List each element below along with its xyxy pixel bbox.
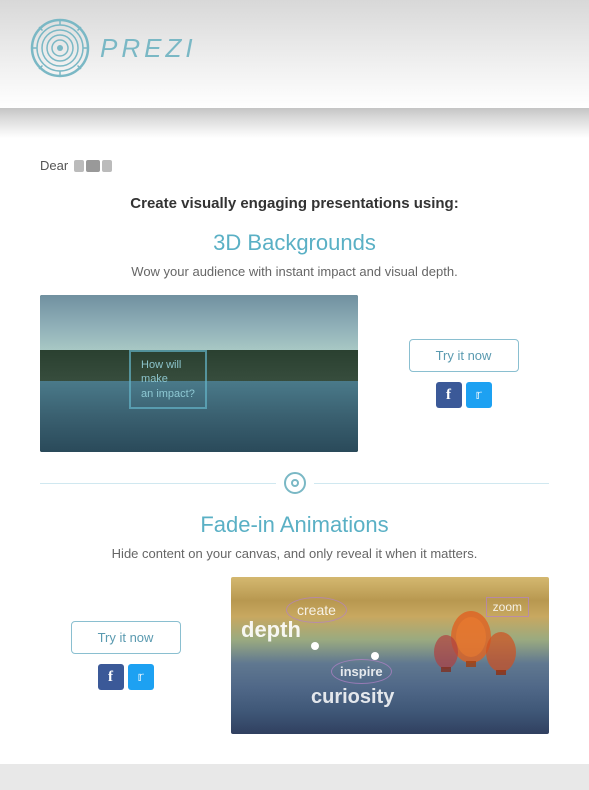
feature1-image: How will make an impact? bbox=[40, 295, 358, 452]
dot2 bbox=[371, 652, 379, 660]
feature2-image: create depth zoom inspire curiosity bbox=[231, 577, 549, 734]
greeting-line: Dear bbox=[40, 158, 549, 173]
balloon-inspire-word: inspire bbox=[331, 659, 392, 684]
prezi-logo-icon bbox=[30, 18, 90, 78]
lake-line2: make bbox=[141, 372, 195, 386]
feature2-row: Try it now f 𝕣 bbox=[40, 577, 549, 734]
facebook-icon[interactable]: f bbox=[436, 382, 462, 408]
feature2-try-button[interactable]: Try it now bbox=[71, 621, 181, 654]
feature2-title: Fade-in Animations bbox=[40, 512, 549, 538]
header: PREZI bbox=[0, 0, 589, 108]
email-container: PREZI Dear Create visually engaging pres… bbox=[0, 0, 589, 764]
feature2-actions: Try it now f 𝕣 bbox=[40, 621, 211, 690]
feature1-desc: Wow your audience with instant impact an… bbox=[40, 264, 549, 279]
lake-line3: an impact? bbox=[141, 387, 195, 401]
logo-wrapper: PREZI bbox=[30, 18, 197, 78]
balloon-depth-word: depth bbox=[241, 617, 301, 643]
lake-background-image: How will make an impact? bbox=[40, 295, 358, 452]
feature1-title: 3D Backgrounds bbox=[40, 230, 549, 256]
twitter-icon[interactable]: 𝕣 bbox=[466, 382, 492, 408]
balloon-background-image: create depth zoom inspire curiosity bbox=[231, 577, 549, 734]
dot1 bbox=[311, 642, 319, 650]
feature2-facebook-icon[interactable]: f bbox=[98, 664, 124, 690]
feature2-twitter-icon[interactable]: 𝕣 bbox=[128, 664, 154, 690]
balloon-zoom-word: zoom bbox=[486, 597, 529, 617]
avatar bbox=[74, 160, 112, 172]
feature1-actions: Try it now f 𝕣 bbox=[378, 339, 549, 408]
balloon-curiosity-word: curiosity bbox=[311, 686, 394, 709]
feature2-social-icons: f 𝕣 bbox=[98, 664, 154, 690]
feature1-try-button[interactable]: Try it now bbox=[409, 339, 519, 372]
section-intro: Create visually engaging presentations u… bbox=[40, 195, 549, 212]
divider-circle-icon bbox=[284, 472, 306, 494]
main-content: Dear Create visually engaging presentati… bbox=[0, 138, 589, 764]
feature2-desc: Hide content on your canvas, and only re… bbox=[40, 546, 549, 561]
lake-text-overlay: How will make an impact? bbox=[129, 350, 207, 409]
feature1-row: How will make an impact? Try it now f 𝕣 bbox=[40, 295, 549, 452]
feature1-social-icons: f 𝕣 bbox=[436, 382, 492, 408]
divider-left-line bbox=[40, 483, 276, 484]
dear-label: Dear bbox=[40, 158, 68, 173]
section-divider bbox=[40, 472, 549, 494]
divider-right-line bbox=[314, 483, 550, 484]
cloud-decoration bbox=[0, 108, 589, 138]
lake-line1: How will bbox=[141, 358, 195, 372]
logo-text: PREZI bbox=[100, 33, 197, 64]
